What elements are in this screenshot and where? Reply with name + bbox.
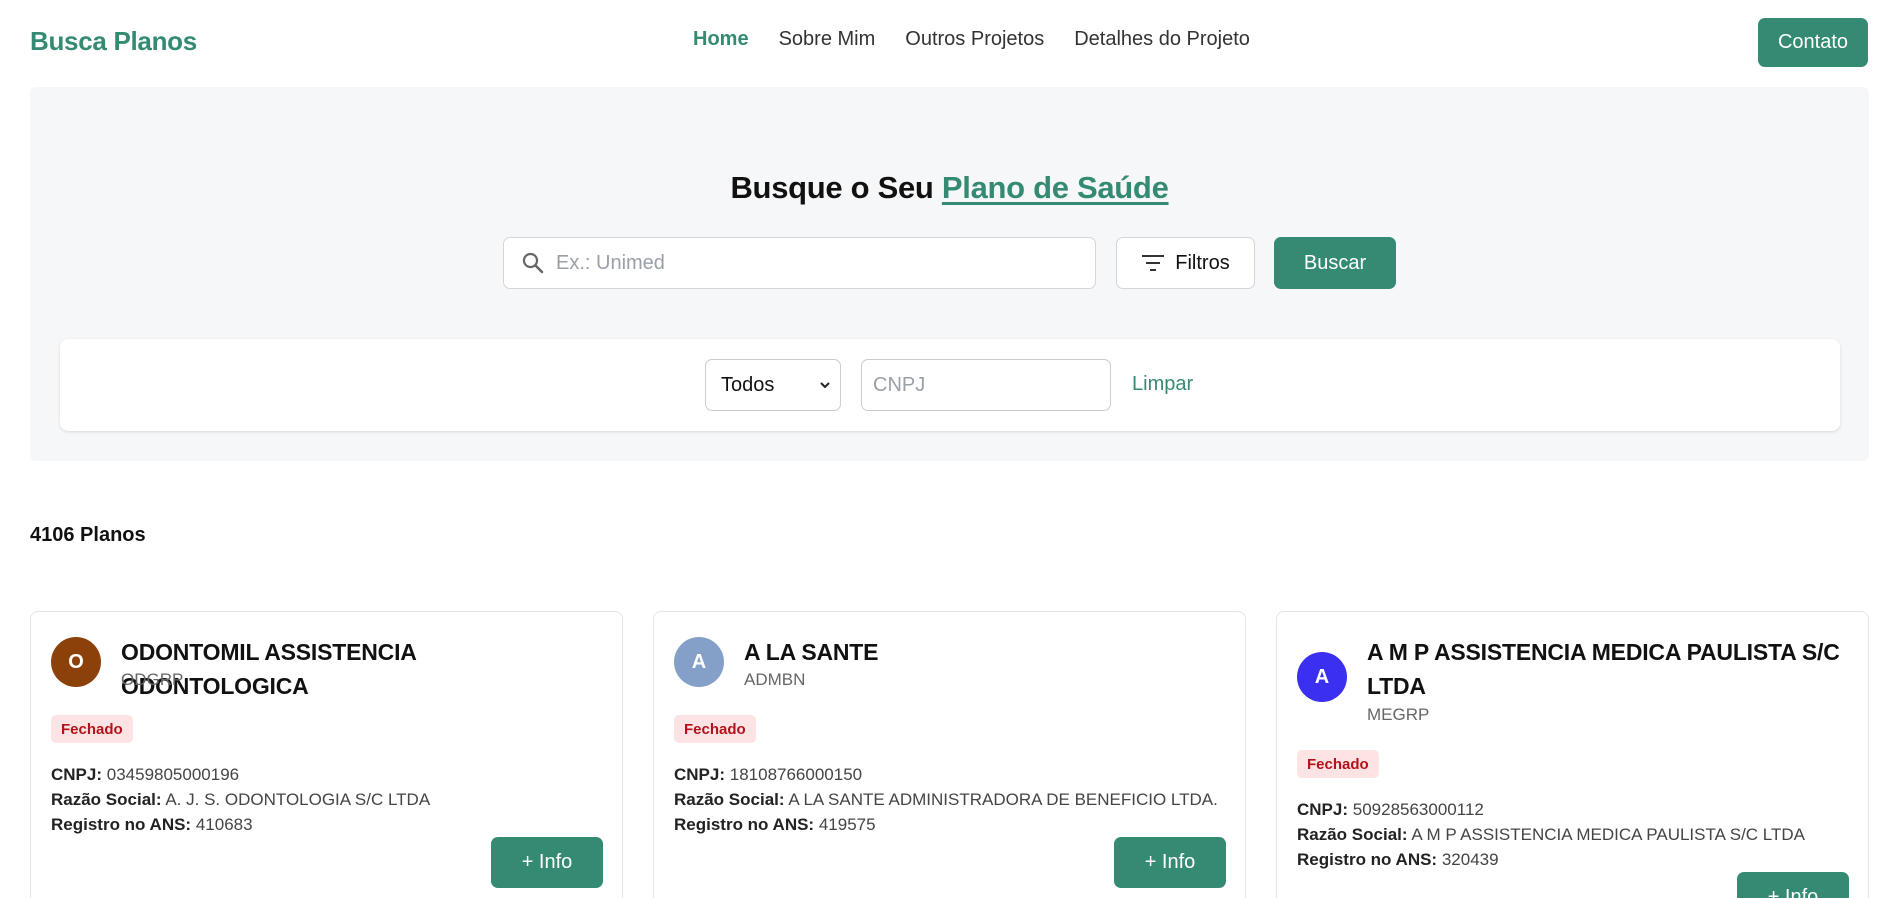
search-input[interactable]	[556, 238, 1086, 288]
top-header: Busca Planos Home Sobre Mim Outros Proje…	[0, 0, 1896, 86]
razao-social-value: A LA SANTE ADMINISTRADORA DE BENEFICIO L…	[788, 790, 1218, 809]
results-count: 4106 Planos	[30, 524, 146, 546]
nav-home[interactable]: Home	[693, 28, 749, 51]
more-info-button[interactable]: + Info	[1114, 837, 1226, 888]
registro-ans-label: Registro no ANS:	[674, 815, 815, 834]
search-box	[503, 237, 1096, 289]
filters-button[interactable]: Filtros	[1116, 237, 1255, 289]
cnpj-value: 03459805000196	[106, 765, 240, 784]
registro-ans-value: 410683	[195, 815, 253, 834]
razao-social-line: Razão Social: A LA SANTE ADMINISTRADORA …	[674, 790, 1218, 810]
filter-icon	[1142, 255, 1165, 271]
razao-social-value: A M P ASSISTENCIA MEDICA PAULISTA S/C LT…	[1411, 825, 1805, 844]
title-accent: Plano de Saúde	[941, 170, 1169, 205]
registro-ans-label: Registro no ANS:	[51, 815, 192, 834]
brand-logo[interactable]: Busca Planos	[30, 26, 197, 57]
registro-ans-line: Registro no ANS: 410683	[51, 815, 253, 835]
filters-label: Filtros	[1175, 251, 1230, 274]
status-badge: Fechado	[674, 715, 756, 743]
plan-code: ADMBN	[744, 670, 806, 689]
plan-code: MEGRP	[1367, 705, 1430, 724]
razao-social-label: Razão Social:	[674, 790, 785, 809]
plan-name: A M P ASSISTENCIA MEDICA PAULISTA S/C LT…	[1367, 639, 1840, 699]
cnpj-label: CNPJ:	[674, 765, 726, 784]
cnpj-value: 50928563000112	[1352, 800, 1484, 819]
avatar: A	[674, 637, 724, 687]
plan-card: A A M P ASSISTENCIA MEDICA PAULISTA S/C …	[1276, 611, 1869, 898]
page-title: Busque o Seu Plano de Saúde	[30, 170, 1869, 206]
search-hero: Busque o Seu Plano de Saúde Filtros Busc…	[30, 87, 1869, 461]
registro-ans-line: Registro no ANS: 419575	[674, 815, 876, 835]
avatar: O	[51, 637, 101, 687]
razao-social-line: Razão Social: A. J. S. ODONTOLOGIA S/C L…	[51, 790, 430, 810]
registro-ans-value: 419575	[818, 815, 876, 834]
main-nav: Home Sobre Mim Outros Projetos Detalhes …	[693, 28, 1250, 51]
plan-card: A A LA SANTE ADMBN Fechado CNPJ: 1810876…	[653, 611, 1246, 898]
search-icon	[522, 252, 544, 274]
cnpj-line: CNPJ: 18108766000150	[674, 765, 862, 785]
filter-panel: Todos Limpar	[60, 339, 1840, 431]
search-button[interactable]: Buscar	[1274, 237, 1396, 289]
cnpj-input[interactable]	[861, 359, 1111, 411]
clear-filters-button[interactable]: Limpar	[1132, 373, 1193, 396]
status-badge: Fechado	[51, 715, 133, 743]
nav-outros-projetos[interactable]: Outros Projetos	[905, 28, 1044, 51]
status-badge: Fechado	[1297, 750, 1379, 778]
registro-ans-line: Registro no ANS: 320439	[1297, 850, 1499, 870]
razao-social-line: Razão Social: A M P ASSISTENCIA MEDICA P…	[1297, 825, 1805, 845]
razao-social-value: A. J. S. ODONTOLOGIA S/C LTDA	[165, 790, 431, 809]
type-select[interactable]: Todos	[705, 359, 841, 411]
plan-name: A LA SANTE	[744, 639, 879, 665]
contact-button[interactable]: Contato	[1758, 18, 1868, 67]
nav-detalhes-projeto[interactable]: Detalhes do Projeto	[1074, 28, 1250, 51]
plan-name: ODONTOMIL ASSISTENCIA ODONTOLOGICA	[121, 639, 416, 699]
more-info-button[interactable]: + Info	[491, 837, 603, 888]
registro-ans-label: Registro no ANS:	[1297, 850, 1438, 869]
cnpj-label: CNPJ:	[1297, 800, 1349, 819]
plan-code: ODGRP	[121, 670, 184, 689]
more-info-button[interactable]: + Info	[1737, 872, 1849, 898]
razao-social-label: Razão Social:	[51, 790, 162, 809]
chevron-down-icon	[820, 382, 830, 389]
cnpj-value: 18108766000150	[729, 765, 863, 784]
nav-sobre-mim[interactable]: Sobre Mim	[779, 28, 876, 51]
cnpj-label: CNPJ:	[51, 765, 103, 784]
avatar: A	[1297, 652, 1347, 702]
cnpj-line: CNPJ: 50928563000112	[1297, 800, 1484, 820]
registro-ans-value: 320439	[1441, 850, 1499, 869]
type-select-value: Todos	[721, 373, 775, 396]
razao-social-label: Razão Social:	[1297, 825, 1408, 844]
title-prefix: Busque o Seu	[730, 170, 942, 205]
cnpj-line: CNPJ: 03459805000196	[51, 765, 239, 785]
plan-card: O ODONTOMIL ASSISTENCIA ODONTOLOGICA ODG…	[30, 611, 623, 898]
